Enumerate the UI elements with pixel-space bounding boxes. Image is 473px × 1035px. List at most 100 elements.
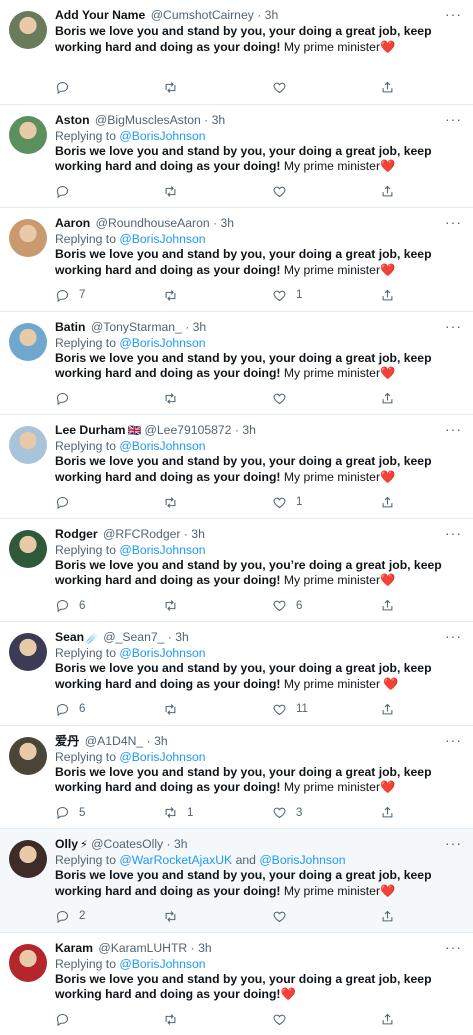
more-options-icon[interactable]: ··· (445, 214, 462, 230)
more-options-icon[interactable]: ··· (445, 628, 462, 644)
share-button[interactable] (380, 286, 395, 304)
avatar[interactable] (9, 944, 47, 982)
display-name[interactable]: Rodger (55, 527, 98, 541)
retweet-button[interactable] (163, 597, 187, 615)
avatar[interactable] (9, 323, 47, 361)
like-button[interactable] (272, 183, 296, 201)
reply-button[interactable] (55, 1011, 79, 1029)
user-handle[interactable]: @TonyStarman_ (91, 320, 182, 334)
reply-button[interactable]: 5 (55, 804, 85, 822)
timestamp[interactable]: 3h (220, 216, 234, 230)
tweet[interactable]: ··· Lee Durham🇬🇧 @Lee79105872 · 3h Reply… (0, 414, 473, 518)
avatar[interactable] (9, 426, 47, 464)
display-name[interactable]: Add Your Name (55, 8, 145, 22)
reply-mention[interactable]: @BorisJohnson (119, 232, 205, 246)
reply-button[interactable] (55, 493, 79, 511)
retweet-button[interactable] (163, 286, 187, 304)
reply-button[interactable]: 7 (55, 286, 85, 304)
like-button[interactable] (272, 390, 296, 408)
tweet[interactable]: ··· Batin @TonyStarman_ · 3h Replying to… (0, 311, 473, 415)
reply-mention[interactable]: @BorisJohnson (119, 646, 205, 660)
like-button[interactable]: 11 (272, 700, 308, 718)
like-button[interactable] (272, 907, 296, 925)
retweet-button[interactable] (163, 907, 187, 925)
reply-button[interactable]: 6 (55, 700, 85, 718)
reply-mention[interactable]: @BorisJohnson (119, 129, 205, 143)
reply-button[interactable] (55, 183, 79, 201)
display-name[interactable]: Sean (55, 630, 84, 644)
avatar[interactable] (9, 219, 47, 257)
like-button[interactable]: 3 (272, 804, 302, 822)
retweet-button[interactable]: 1 (163, 804, 193, 822)
more-options-icon[interactable]: ··· (445, 732, 462, 748)
more-options-icon[interactable]: ··· (445, 421, 462, 437)
user-handle[interactable]: @RFCRodger (103, 527, 180, 541)
reply-button[interactable] (55, 390, 79, 408)
tweet[interactable]: ··· Olly⚡ @CoatesOlly · 3h Replying to @… (0, 828, 473, 932)
share-button[interactable] (380, 493, 395, 511)
user-handle[interactable]: @CumshotCairney (151, 8, 254, 22)
tweet[interactable]: ··· Karam @KaramLUHTR · 3h Replying to @… (0, 932, 473, 1035)
reply-mention[interactable]: @BorisJohnson (119, 957, 205, 971)
timestamp[interactable]: 3h (198, 941, 212, 955)
share-button[interactable] (380, 183, 395, 201)
share-button[interactable] (380, 804, 395, 822)
more-options-icon[interactable]: ··· (445, 111, 462, 127)
reply-button[interactable]: 6 (55, 597, 85, 615)
reply-mention-2[interactable]: @BorisJohnson (259, 853, 345, 867)
avatar[interactable] (9, 530, 47, 568)
reply-mention[interactable]: @BorisJohnson (119, 750, 205, 764)
avatar[interactable] (9, 633, 47, 671)
more-options-icon[interactable]: ··· (445, 525, 462, 541)
share-button[interactable] (380, 597, 395, 615)
like-button[interactable]: 1 (272, 493, 302, 511)
avatar[interactable] (9, 11, 47, 49)
timestamp[interactable]: 3h (191, 527, 205, 541)
user-handle[interactable]: @KaramLUHTR (98, 941, 187, 955)
display-name[interactable]: Aston (55, 113, 90, 127)
timestamp[interactable]: 3h (242, 423, 256, 437)
display-name[interactable]: Aaron (55, 216, 90, 230)
like-button[interactable] (272, 1011, 296, 1029)
reply-button[interactable] (55, 78, 79, 96)
avatar[interactable] (9, 116, 47, 154)
more-options-icon[interactable]: ··· (445, 939, 462, 955)
tweet[interactable]: ··· Aaron @RoundhouseAaron · 3h Replying… (0, 207, 473, 311)
display-name[interactable]: Olly (55, 837, 78, 851)
tweet[interactable]: ··· 爱丹 @A1D4N_ · 3h Replying to @BorisJo… (0, 725, 473, 829)
reply-mention[interactable]: @BorisJohnson (119, 336, 205, 350)
retweet-button[interactable] (163, 493, 187, 511)
display-name[interactable]: Batin (55, 320, 85, 334)
user-handle[interactable]: @RoundhouseAaron (96, 216, 210, 230)
retweet-button[interactable] (163, 183, 187, 201)
timestamp[interactable]: 3h (265, 8, 279, 22)
user-handle[interactable]: @CoatesOlly (91, 837, 163, 851)
retweet-button[interactable] (163, 390, 187, 408)
display-name[interactable]: 爱丹 (55, 734, 79, 748)
more-options-icon[interactable]: ··· (445, 835, 462, 851)
tweet[interactable]: ··· Add Your Name @CumshotCairney · 3h B… (0, 0, 473, 104)
display-name[interactable]: Karam (55, 941, 93, 955)
share-button[interactable] (380, 907, 395, 925)
user-handle[interactable]: @_Sean7_ (103, 630, 164, 644)
reply-mention[interactable]: @BorisJohnson (119, 439, 205, 453)
reply-mention[interactable]: @WarRocketAjaxUK (119, 853, 232, 867)
retweet-button[interactable] (163, 78, 187, 96)
avatar[interactable] (9, 840, 47, 878)
avatar[interactable] (9, 737, 47, 775)
timestamp[interactable]: 3h (212, 113, 226, 127)
display-name[interactable]: Lee Durham (55, 423, 125, 437)
retweet-button[interactable] (163, 1011, 187, 1029)
more-options-icon[interactable]: ··· (445, 6, 462, 22)
user-handle[interactable]: @BigMusclesAston (95, 113, 201, 127)
timestamp[interactable]: 3h (174, 837, 188, 851)
reply-mention[interactable]: @BorisJohnson (119, 543, 205, 557)
share-button[interactable] (380, 78, 395, 96)
tweet[interactable]: ··· Sean☄️ @_Sean7_ · 3h Replying to @Bo… (0, 621, 473, 725)
more-options-icon[interactable]: ··· (445, 318, 462, 334)
tweet[interactable]: ··· Rodger @RFCRodger · 3h Replying to @… (0, 518, 473, 622)
like-button[interactable]: 6 (272, 597, 302, 615)
share-button[interactable] (380, 700, 395, 718)
user-handle[interactable]: @A1D4N_ (85, 734, 143, 748)
reply-button[interactable]: 2 (55, 907, 85, 925)
